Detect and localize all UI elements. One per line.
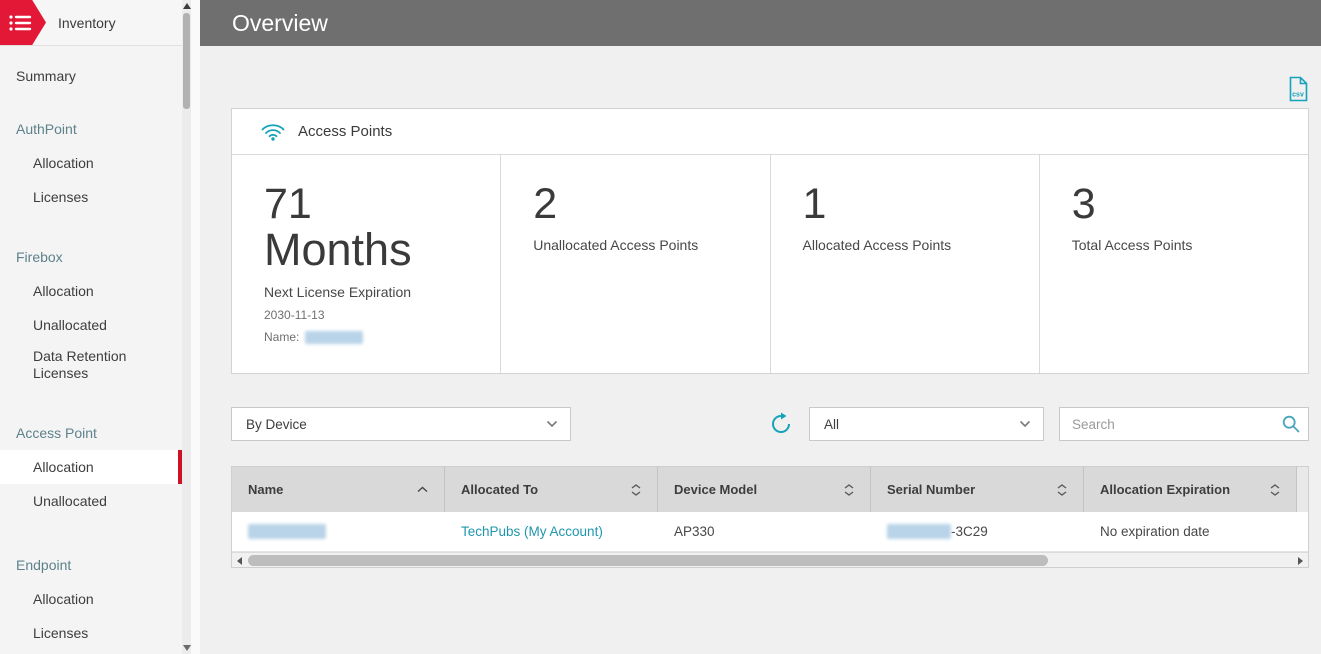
stat-value: 3 — [1071, 180, 1096, 228]
sidebar-item-endpoint-allocation[interactable]: Allocation — [0, 582, 182, 616]
search-input[interactable] — [1059, 407, 1309, 441]
card-title: Access Points — [298, 123, 393, 140]
cell-device-model: AP330 — [674, 524, 715, 539]
sidebar-section-access-point: Access Point — [16, 425, 97, 441]
access-points-card: Access Points 71 Months Next License Exp… — [231, 108, 1309, 374]
main-content: csv Access Points 71 Months Next License… — [200, 46, 1321, 654]
scroll-left-button[interactable] — [232, 553, 247, 568]
search-box — [1059, 407, 1309, 441]
sort-icon — [1057, 483, 1067, 496]
sidebar-item-authpoint-licenses[interactable]: Licenses — [0, 180, 182, 214]
card-header: Access Points — [232, 109, 1308, 155]
stat-expiration-date: 2030-11-13 — [264, 308, 325, 323]
stat-value: 2 — [533, 180, 558, 228]
sidebar-section-endpoint: Endpoint — [16, 557, 72, 573]
sidebar-item-access-point-allocation[interactable]: Allocation — [0, 450, 182, 484]
stat-total-access-points: 3 Total Access Points — [1038, 155, 1308, 373]
redacted-license-name — [305, 330, 364, 344]
csv-label: csv — [1292, 92, 1304, 99]
sidebar-item-firebox-data-retention-licenses[interactable]: Data Retention Licenses — [0, 342, 182, 388]
scroll-right-button[interactable] — [1293, 553, 1308, 568]
group-by-value: By Device — [246, 416, 307, 432]
search-icon — [1281, 414, 1301, 439]
scrollbar-thumb[interactable] — [183, 13, 190, 109]
column-header-device-model[interactable]: Device Model — [658, 467, 871, 512]
stat-allocated-access-points: 1 Allocated Access Points — [769, 155, 1039, 373]
stat-value: 71 — [264, 180, 312, 228]
sort-icon — [844, 483, 854, 496]
name-label: Name: — [264, 330, 300, 345]
column-header-allocation-expiration[interactable]: Allocation Expiration — [1084, 467, 1297, 512]
scrollbar-thumb[interactable] — [248, 555, 1048, 566]
sidebar-title: Inventory — [58, 14, 116, 31]
column-label: Device Model — [674, 482, 758, 497]
header-gutter — [1297, 467, 1308, 512]
stat-next-license-expiration: 71 Months Next License Expiration 2030-1… — [232, 155, 500, 373]
sidebar-section-authpoint: AuthPoint — [16, 121, 77, 137]
stat-license-name: Name: — [264, 330, 490, 344]
sidebar-header: Inventory — [0, 0, 182, 46]
wifi-icon — [261, 124, 285, 141]
chevron-down-icon — [546, 420, 558, 428]
stat-label: Allocated Access Points — [802, 237, 952, 253]
page-header: Overview — [200, 0, 1321, 46]
access-points-table: Name Allocated To Device Model Serial Nu… — [231, 466, 1309, 568]
chevron-down-icon — [1019, 420, 1031, 428]
scroll-down-button[interactable] — [182, 642, 191, 654]
redacted-device-name — [248, 524, 326, 539]
sort-asc-icon — [417, 486, 428, 493]
column-header-name[interactable]: Name — [232, 467, 445, 512]
stat-value: 1 — [802, 180, 827, 228]
cell-serial-number: -3C29 — [871, 512, 1084, 551]
csv-export-button[interactable]: csv — [1287, 76, 1309, 107]
page-title: Overview — [232, 9, 328, 36]
sidebar-item-summary[interactable]: Summary — [0, 56, 182, 96]
table-row[interactable]: TechPubs (My Account) AP330 -3C29 No exp… — [232, 512, 1308, 552]
sidebar-item-firebox-allocation[interactable]: Allocation — [0, 274, 182, 308]
sidebar-item-authpoint-allocation[interactable]: Allocation — [0, 146, 182, 180]
stat-unallocated-access-points: 2 Unallocated Access Points — [500, 155, 769, 373]
scroll-up-button[interactable] — [182, 0, 191, 12]
sidebar-scrollbar[interactable] — [182, 0, 191, 654]
cell-allocated-to: TechPubs (My Account) — [445, 512, 658, 551]
stat-unit: Months — [264, 224, 412, 275]
sidebar-item-firebox-unallocated[interactable]: Unallocated — [0, 308, 182, 342]
column-label: Allocation Expiration — [1100, 482, 1231, 497]
column-label: Serial Number — [887, 482, 976, 497]
stat-label: Unallocated Access Points — [533, 237, 699, 253]
sidebar-gap — [191, 0, 200, 654]
column-label: Allocated To — [461, 482, 539, 497]
redacted-serial — [887, 524, 951, 539]
sidebar-item-access-point-unallocated[interactable]: Unallocated — [0, 484, 182, 518]
serial-suffix: -3C29 — [951, 524, 988, 539]
sidebar-item-endpoint-licenses[interactable]: Licenses — [0, 616, 182, 650]
table-header: Name Allocated To Device Model Serial Nu… — [232, 467, 1308, 512]
refresh-button[interactable] — [769, 412, 793, 436]
column-header-allocated-to[interactable]: Allocated To — [445, 467, 658, 512]
inventory-icon — [0, 0, 46, 45]
sidebar-item-label: Data Retention Licenses — [33, 347, 127, 382]
sort-icon — [631, 483, 641, 496]
column-header-serial-number[interactable]: Serial Number — [871, 467, 1084, 512]
stat-label: Total Access Points — [1071, 237, 1193, 253]
group-by-select[interactable]: By Device — [231, 407, 571, 441]
sidebar-section-firebox: Firebox — [16, 249, 63, 265]
cell-name — [232, 512, 445, 551]
cell-allocation-expiration: No expiration date — [1100, 524, 1210, 539]
table-horizontal-scrollbar[interactable] — [232, 552, 1308, 567]
stat-label: Next License Expiration — [264, 284, 412, 301]
stats-row: 71 Months Next License Expiration 2030-1… — [232, 155, 1308, 373]
sort-icon — [1270, 483, 1280, 496]
filter-bar: By Device All — [231, 407, 1309, 441]
scope-value: All — [824, 416, 840, 432]
scope-select[interactable]: All — [809, 407, 1044, 441]
sidebar: Inventory Summary AuthPoint Allocation L… — [0, 0, 200, 654]
column-label: Name — [248, 482, 284, 497]
allocated-to-link[interactable]: TechPubs (My Account) — [461, 524, 603, 539]
